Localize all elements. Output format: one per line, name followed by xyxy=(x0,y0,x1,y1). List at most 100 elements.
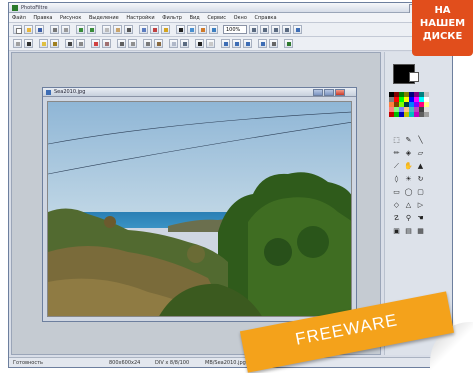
text-icon[interactable] xyxy=(176,25,185,34)
rectangle-icon[interactable]: ▭ xyxy=(391,187,402,197)
brush-icon[interactable]: ⟋ xyxy=(391,161,402,171)
rotate-left-icon[interactable] xyxy=(243,39,252,48)
grid-icon[interactable]: ▦ xyxy=(415,226,426,236)
line-icon[interactable]: ╲ xyxy=(415,135,426,145)
color-palette[interactable] xyxy=(389,92,429,122)
rotate-icon[interactable]: ↻ xyxy=(415,174,426,184)
document-title-bar[interactable]: Sea2010.jpg xyxy=(43,88,356,97)
paste-icon[interactable] xyxy=(113,25,122,34)
saturation-minus-icon[interactable] xyxy=(102,39,111,48)
fill-icon[interactable]: ◈ xyxy=(403,148,414,158)
diamond-icon[interactable]: ◇ xyxy=(391,200,402,210)
badge-line-1: НА xyxy=(434,5,451,16)
sharpen-icon[interactable] xyxy=(180,39,189,48)
brightness-minus-icon[interactable] xyxy=(50,39,59,48)
text-filter-icon[interactable] xyxy=(195,39,204,48)
monitor-icon[interactable] xyxy=(293,25,302,34)
gamma-plus-icon[interactable] xyxy=(117,39,126,48)
grayscale-icon[interactable] xyxy=(143,39,152,48)
flip-vertical-icon[interactable] xyxy=(232,39,241,48)
erase-icon[interactable]: ▱ xyxy=(415,148,426,158)
menu-adjust[interactable]: Настройки xyxy=(123,13,157,23)
canvas-icon[interactable] xyxy=(150,25,159,34)
contrast-plus-icon[interactable] xyxy=(65,39,74,48)
photofiltre-logo-icon xyxy=(12,5,18,11)
menu-bar: Файл Правка Рисунок Выделение Настройки … xyxy=(9,13,452,23)
lasso-icon[interactable]: ☡ xyxy=(391,213,402,223)
crop-icon[interactable] xyxy=(161,25,170,34)
new-icon[interactable] xyxy=(13,25,22,34)
flip-horizontal-icon[interactable] xyxy=(221,39,230,48)
blur-filter-icon[interactable] xyxy=(169,39,178,48)
menu-filter[interactable]: Фильтр xyxy=(159,13,185,23)
tool-palette: ⬚ ✎ ╲ ✏ ◈ ▱ ⟋ ✋ ▲ ◊ ☀ ↻ ▭ ◯ ▢ ◇ △ ▷ ☡ ⚲ ☚ ▣ ▤ ▦ xyxy=(391,134,433,238)
zoom-field[interactable]: 100% xyxy=(223,25,247,34)
copy-icon[interactable] xyxy=(102,25,111,34)
auto-level-icon[interactable] xyxy=(13,39,22,48)
menu-window[interactable]: Окно xyxy=(231,13,250,23)
magazine-disc-badge: НА НАШЕМ ДИСКЕ xyxy=(412,0,473,56)
smudge-icon[interactable]: ✋ xyxy=(403,161,414,171)
paste-new-icon[interactable] xyxy=(124,25,133,34)
contrast-minus-icon[interactable] xyxy=(76,39,85,48)
open-icon[interactable] xyxy=(24,25,33,34)
hand-icon[interactable]: ☚ xyxy=(415,213,426,223)
frame-filter-icon[interactable] xyxy=(269,39,278,48)
menu-help[interactable]: Справка xyxy=(251,13,279,23)
full-screen-icon[interactable] xyxy=(282,25,291,34)
doc-close-button[interactable] xyxy=(335,89,345,96)
blur-icon[interactable]: ☀ xyxy=(403,174,414,184)
rounded-rect-icon[interactable]: ▢ xyxy=(415,187,426,197)
palette-icon[interactable] xyxy=(198,25,207,34)
selection-icon[interactable]: ⬚ xyxy=(391,135,402,145)
image-document-window[interactable]: Sea2010.jpg xyxy=(42,87,357,322)
rotate-right-icon[interactable] xyxy=(258,39,267,48)
window-title: PhotoFiltre xyxy=(21,5,48,11)
background-color-swatch[interactable] xyxy=(409,72,419,82)
frame-icon[interactable]: ▤ xyxy=(403,226,414,236)
pencil-icon[interactable]: ✏ xyxy=(391,148,402,158)
redo-icon[interactable] xyxy=(87,25,96,34)
image-size-icon[interactable] xyxy=(139,25,148,34)
polygon-icon[interactable]: ▷ xyxy=(415,200,426,210)
layer-icon[interactable] xyxy=(187,25,196,34)
undo-icon[interactable] xyxy=(76,25,85,34)
photo-canvas[interactable] xyxy=(47,101,352,317)
menu-selection[interactable]: Выделение xyxy=(86,13,122,23)
eyedropper-icon[interactable]: ✎ xyxy=(403,135,414,145)
main-toolbar: 100% xyxy=(9,23,452,37)
save-icon[interactable] xyxy=(35,25,44,34)
fit-icon[interactable] xyxy=(271,25,280,34)
drop-icon[interactable]: ◊ xyxy=(391,174,402,184)
sepia-icon[interactable] xyxy=(154,39,163,48)
scan-icon[interactable] xyxy=(61,25,70,34)
fade-icon[interactable] xyxy=(206,39,215,48)
menu-view[interactable]: Вид xyxy=(187,13,203,23)
stamp-icon[interactable]: ▲ xyxy=(415,161,426,171)
menu-image[interactable]: Рисунок xyxy=(57,13,84,23)
doc-minimize-button[interactable] xyxy=(313,89,323,96)
ellipse-icon[interactable]: ◯ xyxy=(403,187,414,197)
menu-tools[interactable]: Сервис xyxy=(204,13,229,23)
document-title: Sea2010.jpg xyxy=(54,89,86,95)
triangle-icon[interactable]: △ xyxy=(403,200,414,210)
menu-edit[interactable]: Правка xyxy=(30,13,55,23)
zoom-grid-icon[interactable]: ▣ xyxy=(391,226,402,236)
badge-line-3: ДИСКЕ xyxy=(422,31,463,42)
print-icon[interactable] xyxy=(50,25,59,34)
browser-icon[interactable] xyxy=(209,25,218,34)
status-image-size: 800x600x24 xyxy=(109,360,141,366)
doc-maximize-button[interactable] xyxy=(324,89,334,96)
plugin-icon[interactable] xyxy=(284,39,293,48)
brightness-plus-icon[interactable] xyxy=(39,39,48,48)
gamma-minus-icon[interactable] xyxy=(128,39,137,48)
zoom-out-icon[interactable] xyxy=(260,25,269,34)
zoom-in-icon[interactable] xyxy=(249,25,258,34)
auto-contrast-icon[interactable] xyxy=(24,39,33,48)
menu-file[interactable]: Файл xyxy=(9,13,29,23)
magic-wand-icon[interactable]: ⚲ xyxy=(403,213,414,223)
saturation-plus-icon[interactable] xyxy=(91,39,100,48)
title-bar: PhotoFiltre _ □ × xyxy=(9,3,452,14)
status-color-info: DIV x 8/8/100 xyxy=(155,360,190,366)
seascape-photo xyxy=(48,102,351,316)
